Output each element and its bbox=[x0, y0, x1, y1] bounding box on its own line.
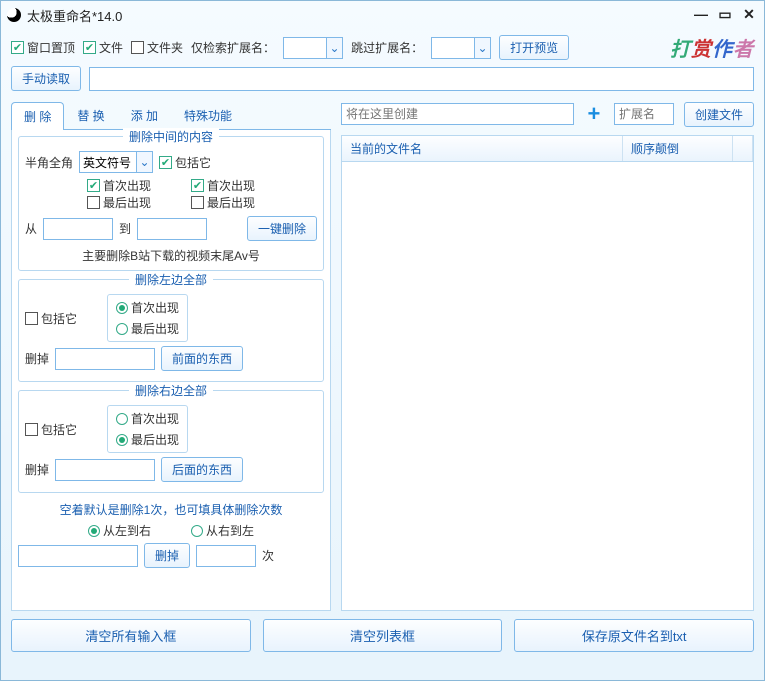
tab-bar: 删 除 替 换 添 加 特殊功能 bbox=[11, 101, 331, 130]
close-button[interactable]: ✕ bbox=[740, 8, 758, 22]
tab-add[interactable]: 添 加 bbox=[118, 101, 171, 129]
only-ext-input[interactable] bbox=[284, 38, 326, 58]
file-list[interactable] bbox=[341, 162, 754, 611]
col-filename[interactable]: 当前的文件名 bbox=[342, 136, 623, 161]
titlebar: 太极重命名*14.0 — ▭ ✕ bbox=[1, 1, 764, 29]
file-checkbox[interactable]: ✔文件 bbox=[83, 39, 123, 56]
mid-last-left-checkbox[interactable]: 最后出现 bbox=[87, 194, 151, 211]
left-last-radio[interactable]: 最后出现 bbox=[116, 320, 179, 337]
folder-checkbox[interactable]: 文件夹 bbox=[131, 39, 183, 56]
del-button[interactable]: 删掉 bbox=[144, 543, 190, 568]
right-del-button[interactable]: 后面的东西 bbox=[161, 457, 243, 482]
app-icon bbox=[7, 8, 21, 22]
half-full-label: 半角全角 bbox=[25, 154, 73, 171]
mid-to-input[interactable] bbox=[137, 218, 207, 240]
del-times-input[interactable] bbox=[196, 545, 256, 567]
create-here-input[interactable] bbox=[341, 103, 574, 125]
group-left: 删除左边全部 包括它 首次出现 最后出现 删掉 前面的东西 bbox=[18, 279, 324, 382]
group-middle: 删除中间的内容 半角全角 ⌄ ✔包括它 ✔首次出现 最后出现 ✔首次出现 最后出… bbox=[18, 136, 324, 271]
only-ext-label: 仅检索扩展名： bbox=[191, 39, 275, 56]
manual-read-button[interactable]: 手动读取 bbox=[11, 66, 81, 91]
skip-ext-combo[interactable]: ⌄ bbox=[431, 37, 491, 59]
del-what-input[interactable] bbox=[18, 545, 138, 567]
col-reverse[interactable]: 顺序颠倒 bbox=[623, 136, 733, 161]
mid-first-left-checkbox[interactable]: ✔首次出现 bbox=[87, 177, 151, 194]
path-input[interactable] bbox=[89, 67, 754, 91]
mid-include-checkbox[interactable]: ✔包括它 bbox=[159, 154, 211, 171]
rtl-radio[interactable]: 从右到左 bbox=[191, 522, 254, 539]
clear-list-button[interactable]: 清空列表框 bbox=[263, 619, 503, 652]
reward-author-link[interactable]: 打赏作者 bbox=[670, 33, 754, 62]
mid-note: 主要删除B站下载的视频末尾Av号 bbox=[25, 247, 317, 264]
save-txt-button[interactable]: 保存原文件名到txt bbox=[514, 619, 754, 652]
col-spacer bbox=[733, 136, 753, 161]
only-ext-combo[interactable]: ⌄ bbox=[283, 37, 343, 59]
left-del-input[interactable] bbox=[55, 348, 155, 370]
mid-from-input[interactable] bbox=[43, 218, 113, 240]
tab-special[interactable]: 特殊功能 bbox=[171, 101, 245, 129]
plus-icon[interactable]: + bbox=[584, 101, 604, 127]
right-del-input[interactable] bbox=[55, 459, 155, 481]
mid-first-right-checkbox[interactable]: ✔首次出现 bbox=[191, 177, 255, 194]
left-include-checkbox[interactable]: 包括它 bbox=[25, 310, 77, 327]
chevron-down-icon[interactable]: ⌄ bbox=[326, 38, 342, 58]
skip-ext-input[interactable] bbox=[432, 38, 474, 58]
left-first-radio[interactable]: 首次出现 bbox=[116, 299, 179, 316]
clear-inputs-button[interactable]: 清空所有输入框 bbox=[11, 619, 251, 652]
bottom-hint: 空着默认是删除1次，也可填具体删除次数 bbox=[18, 501, 324, 518]
skip-ext-label: 跳过扩展名： bbox=[351, 39, 423, 56]
window-title: 太极重命名*14.0 bbox=[27, 6, 122, 25]
chevron-down-icon[interactable]: ⌄ bbox=[474, 38, 490, 58]
open-preview-button[interactable]: 打开预览 bbox=[499, 35, 569, 60]
right-first-radio[interactable]: 首次出现 bbox=[116, 410, 179, 427]
tab-delete[interactable]: 删 除 bbox=[11, 102, 64, 130]
group-right: 删除右边全部 包括它 首次出现 最后出现 删掉 后面的东西 bbox=[18, 390, 324, 493]
ltr-radio[interactable]: 从左到右 bbox=[88, 522, 151, 539]
mid-last-right-checkbox[interactable]: 最后出现 bbox=[191, 194, 255, 211]
pin-checkbox[interactable]: ✔窗口置顶 bbox=[11, 39, 75, 56]
list-header: 当前的文件名 顺序颠倒 bbox=[341, 135, 754, 162]
top-toolbar: ✔窗口置顶 ✔文件 文件夹 仅检索扩展名： ⌄ 跳过扩展名： ⌄ 打开预览 打赏… bbox=[1, 29, 764, 66]
symbol-combo[interactable]: ⌄ bbox=[79, 151, 153, 173]
right-last-radio[interactable]: 最后出现 bbox=[116, 431, 179, 448]
chevron-down-icon[interactable]: ⌄ bbox=[136, 152, 152, 172]
delete-panel: 删除中间的内容 半角全角 ⌄ ✔包括它 ✔首次出现 最后出现 ✔首次出现 最后出… bbox=[11, 130, 331, 611]
left-del-button[interactable]: 前面的东西 bbox=[161, 346, 243, 371]
ext-input[interactable] bbox=[614, 103, 674, 125]
minimize-button[interactable]: — bbox=[692, 8, 710, 22]
right-include-checkbox[interactable]: 包括它 bbox=[25, 421, 77, 438]
one-key-delete-button[interactable]: 一键删除 bbox=[247, 216, 317, 241]
tab-replace[interactable]: 替 换 bbox=[64, 101, 117, 129]
maximize-button[interactable]: ▭ bbox=[716, 8, 734, 22]
create-file-button[interactable]: 创建文件 bbox=[684, 102, 754, 127]
